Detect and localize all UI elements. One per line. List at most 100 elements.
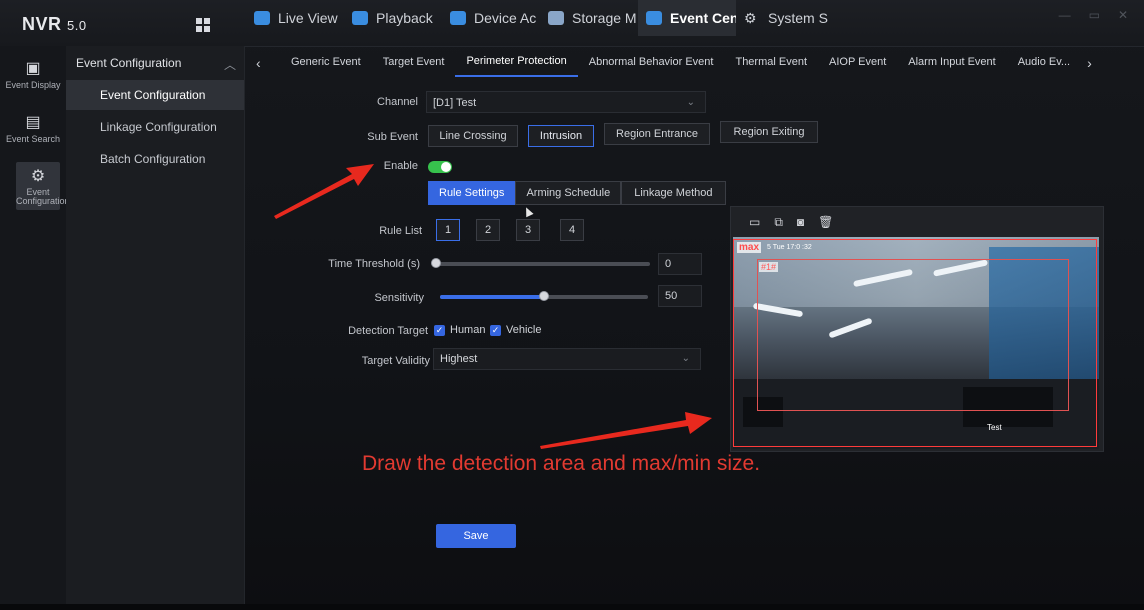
tab-label: Live View: [278, 10, 338, 26]
osd-timestamp: 5 Tue 17:0 :32: [767, 244, 812, 251]
logo-text: NVR: [22, 14, 62, 34]
sidebar-item-event-display[interactable]: ▣ Event Display: [0, 58, 66, 90]
gear-icon: ⚙: [30, 168, 46, 185]
enable-toggle[interactable]: [428, 161, 452, 173]
detection-target-label: Detection Target: [348, 325, 428, 337]
tab-abnormal-behavior-event[interactable]: Abnormal Behavior Event: [578, 50, 725, 76]
sensitivity-value[interactable]: 50: [658, 285, 702, 307]
display-icon: ▣: [25, 60, 41, 77]
storage-icon: [548, 11, 564, 25]
draw-area-icon[interactable]: ▭: [749, 215, 760, 230]
max-label: max: [737, 242, 762, 253]
tab-arming-schedule[interactable]: Arming Schedule: [515, 181, 622, 205]
target-validity-value: Highest: [440, 353, 478, 365]
tab-live-view[interactable]: Live View: [246, 0, 344, 36]
toggle-knob: [441, 162, 451, 172]
tab-label: Device Ac: [474, 10, 537, 26]
top-nav: Live View Playback Device Ac Storage M E…: [246, 0, 834, 36]
delete-icon[interactable]: 🗑: [818, 215, 833, 230]
event-type-tabs: ‹ Generic Event Target Event Perimeter P…: [256, 49, 1092, 77]
camera-live-image[interactable]: max 5 Tue 17:0 :32 #1# Test: [733, 237, 1099, 449]
sensitivity-label: Sensitivity: [374, 292, 424, 304]
rule-list-label: Rule List: [379, 225, 422, 237]
target-validity-label: Target Validity: [361, 355, 430, 367]
draw-size-icon[interactable]: ⧉: [774, 215, 783, 230]
tab-alarm-input-event[interactable]: Alarm Input Event: [897, 50, 1006, 76]
rule-3-button[interactable]: 3: [516, 219, 540, 241]
rule-1-button[interactable]: 1: [436, 219, 460, 241]
menu-header[interactable]: Event Configuration ︿: [76, 56, 236, 72]
target-icon[interactable]: ◙: [797, 215, 804, 230]
draw-toolbar: ▭ ⧉ ◙ 🗑: [749, 215, 833, 230]
sidebar-item-event-search[interactable]: ▤ Event Search: [0, 112, 66, 144]
live-view-icon: [254, 11, 270, 25]
video-preview-panel: ▭ ⧉ ◙ 🗑 max 5 Tue 17:0 :32 #1# Test: [730, 206, 1104, 452]
sub-event-region-exiting[interactable]: Region Exiting: [720, 121, 818, 143]
tab-thermal-event[interactable]: Thermal Event: [724, 50, 818, 76]
icon-sidebar: ▣ Event Display ▤ Event Search ⚙ Event C…: [0, 46, 70, 610]
human-label: Human: [450, 324, 486, 336]
tab-linkage-method[interactable]: Linkage Method: [621, 181, 726, 205]
enable-label: Enable: [383, 160, 418, 172]
tab-storage[interactable]: Storage M: [540, 0, 638, 36]
sidebar-label: Event Display: [5, 80, 61, 90]
mouse-cursor-icon: [522, 205, 534, 218]
chevron-left-icon[interactable]: ‹: [256, 55, 280, 71]
system-gear-icon: ⚙: [744, 10, 757, 26]
vehicle-checkbox[interactable]: ✓ Vehicle: [490, 324, 541, 336]
sub-event-region-entrance[interactable]: Region Entrance: [604, 123, 710, 145]
rule-2-button[interactable]: 2: [476, 219, 500, 241]
rule-4-button[interactable]: 4: [560, 219, 584, 241]
chevron-right-icon[interactable]: ›: [1087, 55, 1092, 71]
target-validity-select[interactable]: Highest ⌄: [433, 348, 701, 370]
tab-system-settings[interactable]: ⚙ System S: [736, 0, 834, 36]
time-threshold-slider[interactable]: [431, 258, 650, 268]
tab-perimeter-protection[interactable]: Perimeter Protection: [455, 49, 578, 77]
camera-name-osd: Test: [987, 423, 1002, 432]
top-bar: NVR 5.0 Live View Playback Device Ac Sto…: [0, 0, 1144, 47]
slider-knob[interactable]: [539, 291, 549, 301]
tab-generic-event[interactable]: Generic Event: [280, 50, 372, 76]
tab-playback[interactable]: Playback: [344, 0, 442, 36]
sensitivity-slider[interactable]: [440, 291, 648, 301]
minimize-icon[interactable]: —: [1059, 8, 1071, 22]
time-threshold-label: Time Threshold (s): [328, 258, 420, 270]
logo-version: 5.0: [67, 18, 87, 33]
sub-event-intrusion[interactable]: Intrusion: [528, 125, 594, 147]
slider-knob[interactable]: [431, 258, 441, 268]
time-threshold-value[interactable]: 0: [658, 253, 702, 275]
chevron-up-icon: ︿: [223, 58, 236, 72]
sidebar-item-event-configuration[interactable]: ⚙ Event Configuration: [16, 162, 70, 210]
tab-aiop-event[interactable]: AIOP Event: [818, 50, 897, 76]
search-doc-icon: ▤: [25, 114, 41, 131]
slider-fill: [440, 295, 544, 299]
channel-select[interactable]: [D1] Test ⌄: [426, 91, 706, 113]
nvr-logo: NVR 5.0: [22, 14, 87, 35]
window-controls: — ▭ ✕: [1059, 8, 1128, 22]
maximize-icon[interactable]: ▭: [1089, 8, 1100, 22]
channel-value: [D1] Test: [433, 97, 477, 109]
close-icon[interactable]: ✕: [1118, 8, 1128, 22]
tab-device-access[interactable]: Device Ac: [442, 0, 540, 36]
checkmark-icon: ✓: [434, 324, 445, 336]
tab-event-center[interactable]: Event Cen: [638, 0, 736, 36]
apps-grid-icon[interactable]: [196, 18, 210, 32]
rule-tag: #1#: [759, 262, 779, 272]
human-checkbox[interactable]: ✓ Human: [434, 324, 485, 336]
device-icon: [450, 11, 466, 25]
screen-bezel: [0, 604, 1144, 610]
tab-label: Playback: [376, 10, 433, 26]
save-button[interactable]: Save: [436, 524, 516, 548]
detection-area[interactable]: [757, 259, 1069, 411]
tab-rule-settings[interactable]: Rule Settings: [428, 181, 516, 205]
sub-event-line-crossing[interactable]: Line Crossing: [428, 125, 518, 147]
tab-target-event[interactable]: Target Event: [372, 50, 456, 76]
vehicle-label: Vehicle: [506, 324, 542, 336]
playback-icon: [352, 11, 368, 25]
tab-audio-event[interactable]: Audio Ev...: [1007, 50, 1081, 76]
event-center-icon: [646, 11, 662, 25]
tab-label: Storage M: [572, 10, 637, 26]
chevron-down-icon: ⌄: [686, 97, 695, 108]
sidebar-label: Event Search: [5, 134, 61, 144]
sub-event-label: Sub Event: [367, 131, 418, 143]
